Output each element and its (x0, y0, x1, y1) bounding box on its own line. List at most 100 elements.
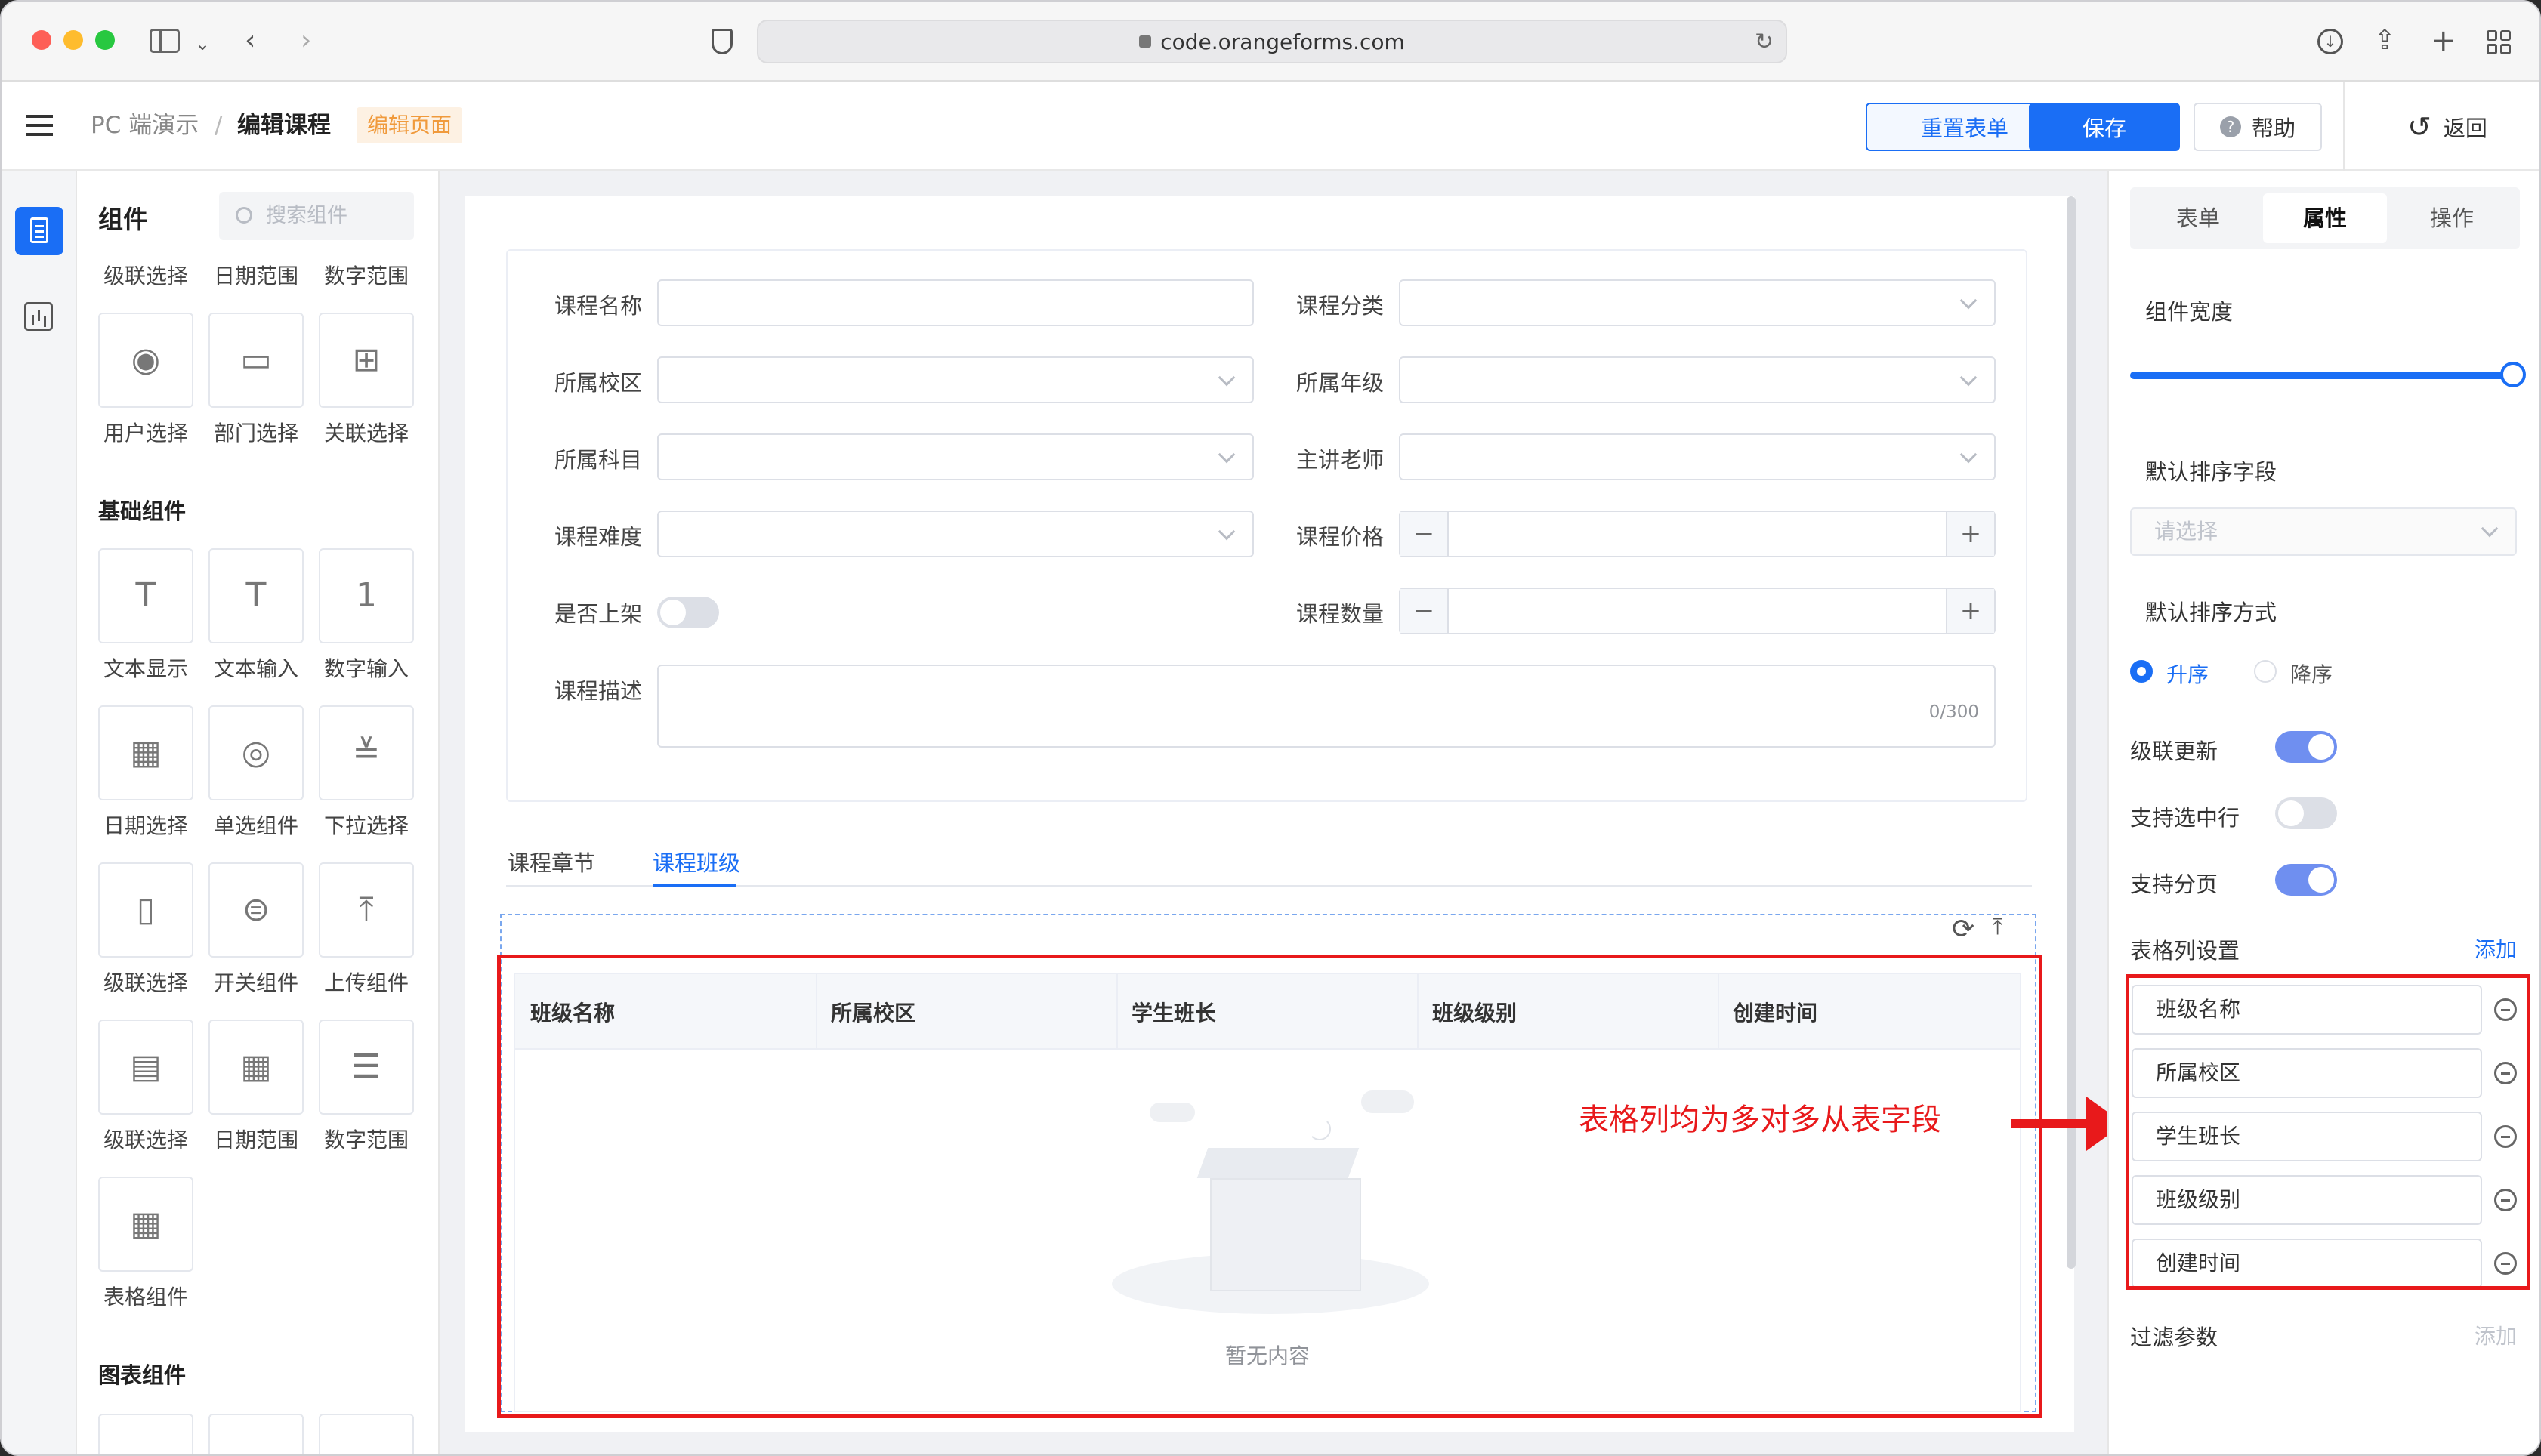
menu-icon[interactable] (26, 115, 53, 136)
component-tile[interactable]: ☰ (319, 1020, 414, 1115)
chart-component-tile[interactable] (208, 1414, 304, 1454)
export-icon[interactable]: ⤒ (1993, 916, 2015, 939)
component-tile-label[interactable]: 上传组件 (311, 967, 421, 997)
component-tile[interactable]: ≚ (319, 705, 414, 800)
slider-thumb[interactable] (2500, 362, 2526, 387)
component-tile-label[interactable]: 日期选择 (91, 810, 201, 840)
component-tile-label[interactable]: 下拉选择 (311, 810, 421, 840)
course-name-input[interactable] (657, 279, 1254, 326)
component-tile-label[interactable]: 日期范围 (201, 1124, 311, 1154)
component-tile-label[interactable]: 开关组件 (201, 967, 311, 997)
component-tile[interactable]: ▯ (98, 862, 193, 958)
add-column-link[interactable]: 添加 (2475, 933, 2517, 964)
component-tile[interactable]: ◎ (208, 705, 304, 800)
teacher-select[interactable] (1399, 433, 1996, 480)
new-tab-icon[interactable]: + (2431, 24, 2456, 57)
columns-highlight-box (2126, 974, 2530, 1290)
sort-desc-radio[interactable] (2254, 660, 2277, 683)
component-tile-label[interactable]: 数字范围 (311, 1124, 421, 1154)
component-tile[interactable]: ▦ (208, 1020, 304, 1115)
course-category-label: 课程分类 (1295, 293, 1384, 319)
campus-label: 所属校区 (554, 370, 642, 396)
component-tile-label[interactable]: 文本显示 (91, 652, 201, 683)
save-button[interactable]: 保存 (2029, 103, 2180, 151)
course-category-select[interactable] (1399, 279, 1996, 326)
grade-select[interactable] (1399, 356, 1996, 403)
campus-select[interactable] (657, 356, 1254, 403)
component-tile[interactable]: ▭ (208, 313, 304, 408)
price-stepper[interactable]: − + (1399, 511, 1996, 557)
tab-overview-icon[interactable] (2487, 30, 2511, 54)
add-filter-link[interactable]: 添加 (2475, 1320, 2517, 1350)
component-search-input[interactable]: 搜索组件 (219, 192, 414, 240)
panel-tab-actions[interactable]: 操作 (2390, 193, 2514, 243)
component-search-placeholder: 搜索组件 (266, 204, 347, 227)
tab-course-chapters[interactable]: 课程章节 (508, 846, 595, 878)
sidebar-toggle-icon[interactable] (150, 29, 180, 53)
chart-rail-icon[interactable] (24, 302, 53, 331)
component-tile[interactable]: ◉ (98, 313, 193, 408)
on-shelf-switch[interactable] (657, 597, 719, 628)
quantity-stepper[interactable]: − + (1399, 588, 1996, 634)
component-tile-label[interactable]: 表格组件 (91, 1281, 201, 1311)
component-tile-label[interactable]: 级联选择 (91, 260, 201, 290)
component-tile-label[interactable]: 日期范围 (201, 260, 311, 290)
sort-asc-radio[interactable] (2130, 660, 2153, 683)
refresh-icon[interactable]: ⟳ (1952, 914, 1974, 945)
component-tile-label[interactable]: 单选组件 (201, 810, 311, 840)
panel-tab-properties[interactable]: 属性 (2263, 193, 2387, 243)
quantity-decrement-button[interactable]: − (1400, 589, 1449, 633)
component-tile-label[interactable]: 关联选择 (311, 417, 421, 447)
chevron-down-icon[interactable]: ⌄ (195, 27, 210, 60)
row-select-switch[interactable] (2275, 797, 2337, 829)
quantity-increment-button[interactable]: + (1946, 589, 1994, 633)
pagination-switch[interactable] (2275, 864, 2337, 896)
breadcrumb-root[interactable]: PC 端演示 (91, 110, 199, 140)
download-icon[interactable]: ↓ (2317, 29, 2343, 54)
difficulty-select[interactable] (657, 511, 1254, 557)
component-tile-label[interactable]: 用户选择 (91, 417, 201, 447)
tab-course-classes[interactable]: 课程班级 (653, 846, 740, 878)
default-sort-field-label: 默认排序字段 (2145, 459, 2277, 485)
component-tile-label[interactable]: 数字输入 (311, 652, 421, 683)
component-tile[interactable]: ⊜ (208, 862, 304, 958)
default-sort-field-select[interactable]: 请选择 (2130, 507, 2517, 556)
sort-asc-label[interactable]: 升序 (2166, 659, 2209, 689)
component-tile-label[interactable]: 级联选择 (91, 967, 201, 997)
price-decrement-button[interactable]: − (1400, 512, 1449, 556)
back-nav-icon[interactable]: ‹ (245, 24, 255, 57)
component-tile[interactable]: ⤒ (319, 862, 414, 958)
component-tile-label[interactable]: 部门选择 (201, 417, 311, 447)
reload-icon[interactable]: ↻ (1755, 29, 1774, 55)
component-tile[interactable]: ▦ (98, 705, 193, 800)
maximize-window-button[interactable] (95, 30, 115, 50)
component-tile[interactable]: ▤ (98, 1020, 193, 1115)
subject-select[interactable] (657, 433, 1254, 480)
sort-desc-label[interactable]: 降序 (2290, 659, 2333, 689)
chart-component-tile[interactable] (319, 1414, 414, 1454)
component-tile-label[interactable]: 级联选择 (91, 1124, 201, 1154)
canvas-scrollbar[interactable] (2067, 196, 2076, 1269)
component-tile-label[interactable]: 文本输入 (201, 652, 311, 683)
share-icon[interactable]: ⇪ (2373, 24, 2396, 57)
component-tile-label[interactable]: 数字范围 (311, 260, 421, 290)
back-button[interactable]: ↺ 返回 (2394, 103, 2500, 151)
component-tile[interactable]: T (208, 548, 304, 643)
description-textarea[interactable]: 0/300 (657, 665, 1996, 748)
cascade-update-switch[interactable] (2275, 731, 2337, 763)
component-tile[interactable]: ▦ (98, 1177, 193, 1272)
address-bar[interactable]: code.orangeforms.com ↻ (757, 20, 1787, 63)
form-rail-icon[interactable] (15, 207, 63, 255)
close-window-button[interactable] (32, 30, 51, 50)
minimize-window-button[interactable] (63, 30, 83, 50)
panel-tab-form[interactable]: 表单 (2136, 193, 2260, 243)
component-tile[interactable]: ⊞ (319, 313, 414, 408)
shield-icon[interactable] (712, 29, 733, 54)
component-tile[interactable]: 1 (319, 548, 414, 643)
forward-nav-icon[interactable]: › (301, 24, 311, 57)
price-increment-button[interactable]: + (1946, 512, 1994, 556)
help-button[interactable]: ? 帮助 (2194, 103, 2322, 151)
component-tile[interactable]: T (98, 548, 193, 643)
chart-component-tile[interactable] (98, 1414, 193, 1454)
component-width-slider[interactable] (2130, 362, 2526, 387)
